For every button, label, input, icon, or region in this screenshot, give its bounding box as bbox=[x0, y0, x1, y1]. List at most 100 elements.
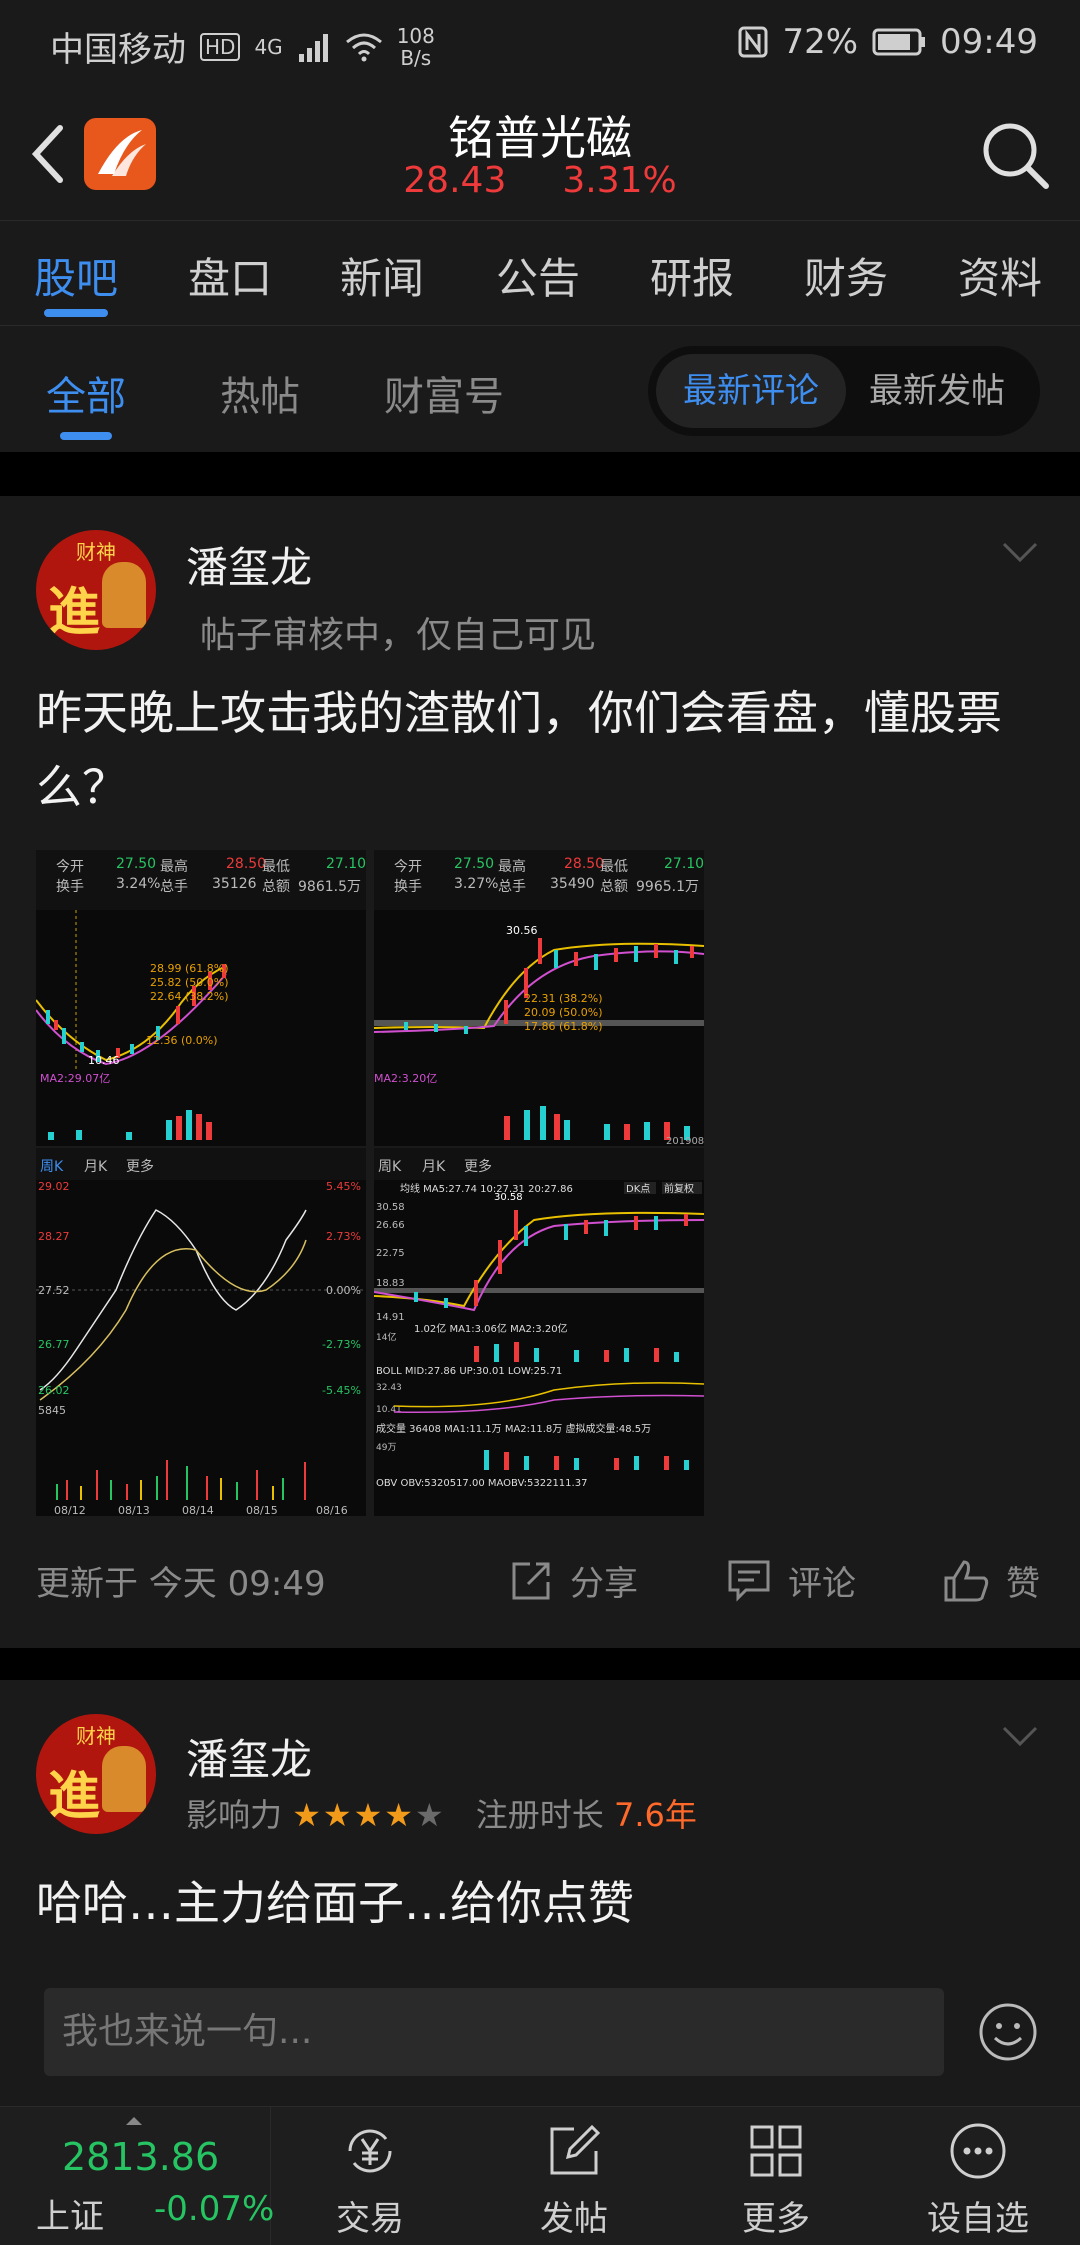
tab-research[interactable]: 研报 bbox=[650, 245, 734, 306]
svg-text:DK点: DK点 bbox=[626, 1183, 650, 1195]
post-status: 帖子审核中，仅自己可见 bbox=[200, 615, 597, 656]
more-dots-icon bbox=[950, 2123, 1006, 2179]
quote-info-row: 今开 27.50 最高 28.50 最低 27.10 换手 3.27% 总手 3… bbox=[374, 850, 704, 910]
svg-text:14.91: 14.91 bbox=[376, 1312, 405, 1323]
svg-text:26.66: 26.66 bbox=[376, 1220, 405, 1231]
hd-badge: HD bbox=[200, 32, 241, 61]
sort-latest-comment[interactable]: 最新评论 bbox=[656, 354, 846, 428]
avatar-figure-icon bbox=[102, 562, 146, 628]
svg-text:30.56: 30.56 bbox=[506, 924, 538, 937]
svg-text:26.02: 26.02 bbox=[38, 1384, 70, 1397]
svg-text:22.31 (38.2%): 22.31 (38.2%) bbox=[524, 992, 603, 1005]
wifi-icon bbox=[345, 33, 382, 61]
quote-info-row: 今开 27.50 最高 28.50 最低 27.10 换手 3.24% 总手 3… bbox=[36, 850, 366, 910]
svg-text:5.45%: 5.45% bbox=[326, 1180, 361, 1193]
main-tabs: 股吧 盘口 新闻 公告 研报 财务 资料 bbox=[0, 220, 1080, 326]
author-name[interactable]: 潘玺龙 bbox=[186, 534, 312, 595]
svg-text:-5.45%: -5.45% bbox=[322, 1384, 361, 1397]
edit-icon bbox=[550, 2124, 601, 2175]
title-bar: 铭普光磁 28.43 3.31% bbox=[0, 88, 1080, 220]
post-card[interactable]: 财神 進 潘玺龙 影响力 ★★★★★ 注册时长 7.6年 哈哈…主力给面子…给你… bbox=[0, 1680, 1080, 1966]
comment-input[interactable]: 我也来说一句... bbox=[44, 1988, 944, 2076]
svg-text:前复权: 前复权 bbox=[664, 1182, 694, 1195]
avatar[interactable]: 财神 進 bbox=[36, 530, 156, 650]
nav-trade[interactable]: 交易 bbox=[270, 2107, 470, 2245]
chart-image-4[interactable]: 周K 月K 更多 均线 MA5:27.74 10:27.31 20:27.86 … bbox=[374, 1148, 704, 1516]
svg-text:49万: 49万 bbox=[376, 1443, 396, 1453]
kline-indicator-chart: 均线 MA5:27.74 10:27.31 20:27.86 DK点 前复权 3… bbox=[374, 1182, 704, 1489]
index-name: 上证 bbox=[36, 2197, 104, 2237]
emoji-icon[interactable] bbox=[978, 2002, 1038, 2062]
clock: 09:49 bbox=[940, 22, 1038, 62]
chevron-down-icon[interactable] bbox=[1000, 540, 1040, 564]
svg-text:08/16: 08/16 bbox=[316, 1504, 348, 1516]
svg-text:28.99 (61.8%): 28.99 (61.8%) bbox=[150, 962, 229, 975]
kline-chart-1: 28.99 (61.8%) 25.82 (50.0%) 22.64 (38.2%… bbox=[36, 910, 229, 1140]
intraday-chart: 29.02 28.27 27.52 26.77 26.02 5.45% 2.73… bbox=[36, 1180, 366, 1516]
post-card[interactable]: 财神 進 潘玺龙 帖子审核中，仅自己可见 昨天晚上攻击我的渣散们，你们会看盘，懂… bbox=[0, 496, 1080, 1648]
like-button[interactable]: 赞 bbox=[942, 1556, 1040, 1605]
svg-text:29.02: 29.02 bbox=[38, 1180, 70, 1193]
thumbs-up-icon bbox=[944, 1559, 989, 1601]
comment-button[interactable]: 评论 bbox=[726, 1556, 856, 1605]
chart-image-2[interactable]: 今开 27.50 最高 28.50 最低 27.10 换手 3.27% 总手 3… bbox=[374, 850, 704, 1146]
tab-all[interactable]: 全部 bbox=[46, 364, 126, 440]
svg-text:08/13: 08/13 bbox=[118, 1504, 150, 1516]
post-content[interactable]: 哈哈…主力给面子…给你点赞 bbox=[36, 1866, 1036, 1940]
star-rating-icon: ★★★★★ bbox=[292, 1796, 446, 1834]
avatar[interactable]: 财神 進 bbox=[36, 1714, 156, 1834]
svg-text:26.77: 26.77 bbox=[38, 1338, 70, 1351]
tab-guba[interactable]: 股吧 bbox=[34, 245, 118, 317]
kline-chart-2: 30.56 22.31 (38.2%) 20.09 (50.0%) 17.86 … bbox=[374, 924, 704, 1146]
chevron-down-icon[interactable] bbox=[1000, 1724, 1040, 1748]
trade-yen-icon bbox=[348, 2129, 392, 2173]
svg-text:OBV OBV:5320517.00 MAOBV:53221: OBV OBV:5320517.00 MAOBV:5322111.37 bbox=[376, 1478, 587, 1489]
register-value: 7.6年 bbox=[613, 1796, 697, 1834]
tab-announcement[interactable]: 公告 bbox=[496, 245, 580, 306]
search-icon[interactable] bbox=[976, 116, 1052, 192]
tab-profile[interactable]: 资料 bbox=[958, 245, 1042, 306]
svg-text:MA2:3.20亿: MA2:3.20亿 bbox=[374, 1072, 437, 1085]
period-tabs: 周K 月K 更多 bbox=[36, 1148, 366, 1180]
signal-type: 4G bbox=[254, 34, 283, 59]
stock-change: 3.31% bbox=[562, 160, 677, 201]
svg-text:20.09 (50.0%): 20.09 (50.0%) bbox=[524, 1006, 603, 1019]
post-content[interactable]: 昨天晚上攻击我的渣散们，你们会看盘，懂股票么？ bbox=[36, 676, 1036, 824]
index-ticker[interactable]: 2813.86 上证 -0.07% bbox=[0, 2107, 274, 2245]
svg-text:BOLL MID:27.86 UP:30.01 LOW:25: BOLL MID:27.86 UP:30.01 LOW:25.71 bbox=[376, 1366, 562, 1377]
tab-finance[interactable]: 财务 bbox=[804, 245, 888, 306]
comment-icon bbox=[728, 1560, 770, 1602]
nav-post[interactable]: 发帖 bbox=[474, 2107, 674, 2245]
share-icon bbox=[512, 1562, 550, 1599]
chart-image-1[interactable]: 今开 27.50 最高 28.50 最低 27.10 换手 3.24% 总手 3… bbox=[36, 850, 366, 1146]
tab-hot[interactable]: 热帖 bbox=[220, 364, 300, 422]
subtab-underline bbox=[60, 432, 112, 440]
svg-text:08/15: 08/15 bbox=[246, 1504, 278, 1516]
svg-text:17.86 (61.8%): 17.86 (61.8%) bbox=[524, 1020, 603, 1033]
status-bar: 中国移动 HD 4G 108 B/s 72% 09:49 bbox=[0, 0, 1080, 88]
index-value: 2813.86 bbox=[62, 2135, 220, 2179]
svg-text:14亿: 14亿 bbox=[376, 1331, 396, 1343]
svg-text:2.73%: 2.73% bbox=[326, 1230, 361, 1243]
sub-tabs: 全部 热帖 财富号 最新评论 最新发帖 bbox=[0, 326, 1080, 452]
nav-add-watchlist[interactable]: 设自选 bbox=[878, 2107, 1078, 2245]
sort-latest-post[interactable]: 最新发帖 bbox=[842, 354, 1032, 428]
stock-quote: 28.43 3.31% bbox=[0, 160, 1080, 201]
svg-text:201908: 201908 bbox=[666, 1136, 704, 1146]
net-speed: 108 B/s bbox=[396, 23, 435, 70]
period-tabs: 周K 月K 更多 bbox=[374, 1148, 704, 1180]
tab-underline bbox=[44, 309, 109, 317]
stock-price: 28.43 bbox=[403, 160, 507, 201]
stock-name: 铭普光磁 bbox=[448, 111, 632, 165]
chart-image-3[interactable]: 周K 月K 更多 29.02 28.27 27.52 26.77 26.02 5… bbox=[36, 1148, 366, 1516]
share-button[interactable]: 分享 bbox=[508, 1556, 638, 1605]
tab-wealth[interactable]: 财富号 bbox=[384, 364, 504, 422]
battery-percent: 72% bbox=[782, 22, 859, 62]
svg-text:12.36 (0.0%): 12.36 (0.0%) bbox=[146, 1034, 218, 1047]
svg-text:MA2:29.07亿: MA2:29.07亿 bbox=[40, 1072, 110, 1085]
author-name[interactable]: 潘玺龙 bbox=[186, 1726, 312, 1787]
tab-news[interactable]: 新闻 bbox=[340, 245, 424, 306]
svg-text:30.58: 30.58 bbox=[494, 1192, 523, 1203]
nav-more[interactable]: 更多 bbox=[676, 2107, 876, 2245]
tab-pankou[interactable]: 盘口 bbox=[188, 245, 272, 306]
